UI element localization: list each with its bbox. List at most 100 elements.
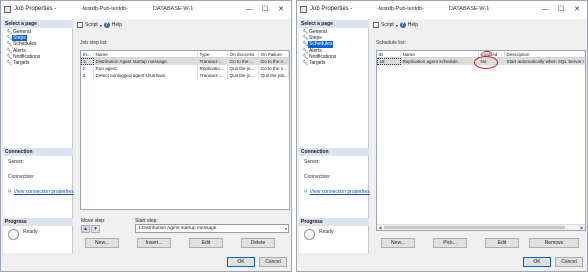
connection-icon: ⚲ (304, 189, 308, 195)
select-page-header: Select a page (3, 20, 73, 28)
cancel-button[interactable]: Cancel (259, 257, 287, 267)
chevron-down-icon[interactable]: ▾ (100, 23, 102, 28)
chevron-down-icon[interactable]: ▾ (396, 23, 398, 28)
page-item-targets[interactable]: 🔧︎ Targets (6, 60, 41, 66)
table-cell: 1 (81, 58, 94, 65)
column-header[interactable]: Name (94, 51, 198, 57)
script-button[interactable]: Script (381, 22, 394, 28)
column-header[interactable]: ID (377, 51, 401, 57)
new-button[interactable]: New... (85, 238, 119, 248)
toolbar: Script ▾ ? Help (77, 22, 122, 28)
window-icon (300, 6, 307, 13)
window-title-server: DATABASE-W-1 (153, 6, 194, 12)
minimize-icon[interactable]: — (539, 4, 551, 15)
table-row[interactable]: 3 Detect nonlogged agent shutdown. Trans… (81, 72, 289, 79)
annotation-circle (474, 56, 498, 69)
connection-label: Connection: (8, 174, 35, 180)
arrow-down-icon: ▼ (93, 226, 98, 232)
table-cell: Transact-... (198, 58, 228, 65)
maximize-icon[interactable]: ☐ (555, 4, 567, 15)
page-list: 🔧︎ General 🔧︎ Steps 🔧︎ Schedules 🔧︎ Alerts 🔧… (6, 29, 41, 66)
page-item-targets[interactable]: 🔧︎ Targets (302, 60, 337, 66)
chevron-down-icon: ▾ (284, 226, 287, 231)
select-page-header: Select a page (299, 20, 369, 28)
window-icon (4, 6, 11, 13)
window-title-job: -testdb-Pub-testdb- (377, 6, 425, 12)
window-title: Job Properties - (14, 6, 57, 12)
window-title-job: -testdb-Pub-testdb- (81, 6, 129, 12)
table-cell: Go to the n... (260, 58, 289, 65)
arrow-up-icon: ▲ (83, 226, 88, 232)
schedule-grid[interactable]: ID Name Enabled Description 18 Replicati… (376, 50, 586, 231)
title-bar: Job Properties - -testdb-Pub-testdb- DAT… (1, 1, 291, 19)
close-icon[interactable]: ✕ (571, 4, 583, 15)
ok-button[interactable]: OK (227, 257, 255, 267)
script-button[interactable]: Script (85, 22, 98, 28)
edit-button[interactable]: Edit (485, 238, 519, 248)
column-header[interactable]: Type (198, 51, 228, 57)
job-step-list-label: Job step list: (80, 40, 108, 46)
table-row[interactable]: 2 Run agent. Replicatio... Quit the jo..… (81, 65, 289, 72)
page-list: 🔧︎ General 🔧︎ Steps 🔧︎ Schedules 🔧︎ Alerts 🔧… (302, 29, 337, 66)
window-title-server: DATABASE-W-1 (449, 6, 490, 12)
view-connection-link[interactable]: ⚲ View connection properties (304, 189, 370, 195)
new-button[interactable]: New... (381, 238, 415, 248)
delete-button[interactable]: Delete (241, 238, 275, 248)
column-header[interactable]: St... (81, 51, 94, 57)
script-icon (373, 22, 379, 28)
column-header[interactable]: Description (505, 51, 585, 57)
window-title: Job Properties - (310, 6, 353, 12)
column-header[interactable]: On Success (228, 51, 259, 57)
start-step-select[interactable]: 1:Distribution Agent startup message. ▾ (135, 224, 289, 233)
close-icon[interactable]: ✕ (275, 4, 287, 15)
scroll-left-icon[interactable]: ◀ (377, 225, 383, 230)
grid-header: St... Name Type On Success On Failure (81, 51, 289, 58)
progress-header: Progress (299, 218, 369, 226)
help-button[interactable]: Help (112, 22, 122, 28)
job-step-grid[interactable]: St... Name Type On Success On Failure 1 … (80, 50, 290, 210)
table-cell: Go to the ... (228, 58, 259, 65)
toolbar: Script ▾ ? Help (373, 22, 418, 28)
left-pane: Select a page 🔧︎ General 🔧︎ Steps 🔧︎ Schedu… (299, 19, 370, 253)
table-cell: Start automatically when SQL Server A (506, 58, 585, 65)
table-row[interactable]: 1 Distribution Agent startup message. Tr… (81, 58, 289, 65)
scroll-right-icon[interactable]: ▶ (579, 225, 585, 230)
horizontal-scrollbar[interactable]: ◀ ▶ (377, 224, 585, 230)
table-cell: Detect nonlogged agent shutdown. (94, 72, 198, 79)
insert-button[interactable]: Insert... (137, 238, 171, 248)
remove-button[interactable]: Remove (529, 238, 579, 248)
minimize-icon[interactable]: — (243, 4, 255, 15)
column-header[interactable]: On Failure (259, 51, 289, 57)
table-cell: Run agent. (94, 65, 198, 72)
cancel-button[interactable]: Cancel (555, 257, 583, 267)
table-cell: Go to the n... (260, 65, 289, 72)
progress-spinner-icon (8, 229, 19, 240)
connection-icon: ⚲ (8, 189, 12, 195)
schedule-list-label: Schedule list: (376, 40, 406, 46)
progress-status: Ready (23, 229, 38, 235)
column-header[interactable]: Name (401, 51, 479, 57)
pick-button[interactable]: Pick... (433, 238, 467, 248)
progress-spinner-icon (304, 229, 315, 240)
maximize-icon[interactable]: ☐ (259, 4, 271, 15)
move-step-label: Move step: (81, 218, 106, 224)
edit-button[interactable]: Edit (189, 238, 223, 248)
job-properties-window-schedules: Job Properties - -testdb-Pub-testdb- DAT… (296, 0, 588, 272)
move-down-button[interactable]: ▼ (91, 225, 100, 233)
view-connection-link[interactable]: ⚲ View connection properties (8, 189, 74, 195)
script-icon (77, 22, 83, 28)
table-cell: Distribution Agent startup message. (94, 58, 198, 65)
table-cell: Quit the job... (260, 72, 289, 79)
move-up-button[interactable]: ▲ (81, 225, 90, 233)
ok-button[interactable]: OK (523, 257, 551, 267)
left-pane: Select a page 🔧︎ General 🔧︎ Steps 🔧︎ Schedu… (3, 19, 74, 253)
help-button[interactable]: Help (408, 22, 418, 28)
scrollbar-thumb[interactable] (384, 226, 565, 229)
job-properties-window-steps: Job Properties - -testdb-Pub-testdb- DAT… (0, 0, 292, 272)
table-cell: Quit the jo... (228, 72, 259, 79)
start-step-value: 1:Distribution Agent startup message. (138, 226, 218, 231)
table-cell: Transact-... (198, 72, 228, 79)
table-cell: 18 (377, 58, 401, 65)
progress-header: Progress (3, 218, 73, 226)
table-cell: Replicatio... (198, 65, 228, 72)
